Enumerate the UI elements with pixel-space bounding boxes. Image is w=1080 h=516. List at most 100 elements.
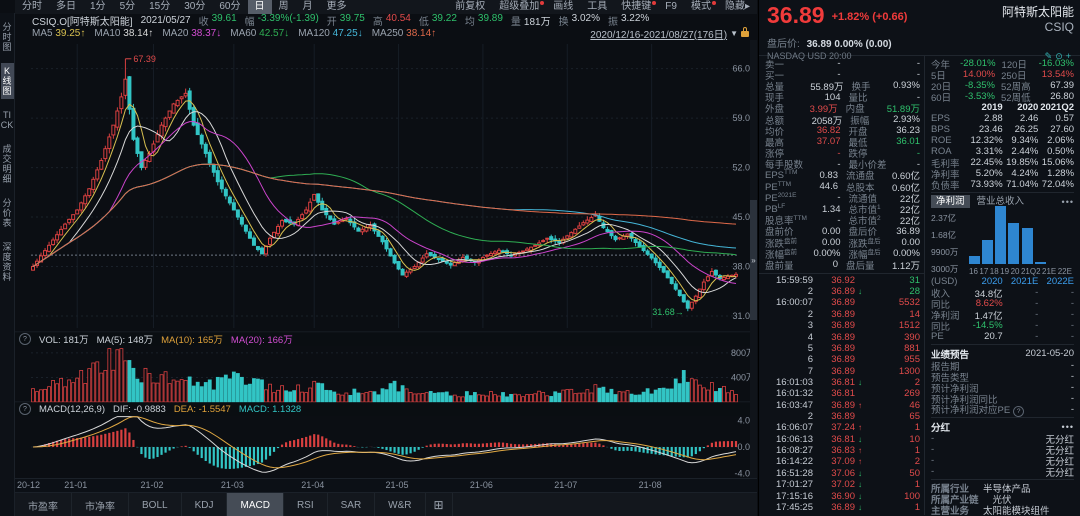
low-annotation: 31.68→ <box>652 307 684 317</box>
vol-ma10: MA(10): 165万 <box>161 332 223 346</box>
indicator-tab-RSI[interactable]: RSI <box>284 493 328 516</box>
field-label: 开 <box>327 13 337 28</box>
scrollbar-thumb[interactable]: » <box>750 200 757 320</box>
period-tab-1分[interactable]: 1分 <box>83 0 113 14</box>
tape-row[interactable]: 636.89955 <box>765 354 920 365</box>
tape-row[interactable]: 16:08:2736.83↑1 <box>765 445 920 456</box>
time-sales-list[interactable]: 15:59:5936.9231236.89↓2816:00:0736.89553… <box>759 273 924 515</box>
tape-row[interactable]: 336.891512 <box>765 320 920 331</box>
quote-row: 盘前量0盘后量1.12万 <box>765 259 920 270</box>
tape-row[interactable]: 16:01:0336.81↓2 <box>765 377 920 388</box>
period-tab-分时[interactable]: 分时 <box>15 0 49 14</box>
high-annotation: 67.39 <box>133 54 156 64</box>
period-tab-30分[interactable]: 30分 <box>177 0 212 14</box>
indicator-tab-SAR[interactable]: SAR <box>328 493 376 516</box>
dividend-date: - <box>931 466 934 477</box>
tape-volume: 14 <box>865 309 920 320</box>
menu-6[interactable]: 模式 <box>684 0 718 14</box>
performance-grid: 今年-28.01%120日-16.03%5日14.00%250日13.54%20… <box>931 58 1074 102</box>
menu-0[interactable]: 前复权 <box>448 0 492 14</box>
axis-month-21-08: 21-08 <box>639 480 662 490</box>
sidebar-item-5[interactable]: 深度资料 <box>1 239 14 285</box>
period-tab-月[interactable]: 月 <box>296 0 320 14</box>
period-tab-60分[interactable]: 60分 <box>212 0 247 14</box>
indicator-tab-KDJ[interactable]: KDJ <box>182 493 228 516</box>
tape-row[interactable]: 17:45:2536.89↓1 <box>765 502 920 513</box>
more-menu-icon[interactable]: ••• <box>1062 422 1074 432</box>
axis-month-20-12: 20-12 <box>17 480 40 490</box>
menu-3[interactable]: 工具 <box>580 0 614 14</box>
ma-label: MA10 <box>94 28 123 39</box>
tape-row[interactable]: 16:06:0737.24↑1 <box>765 422 920 433</box>
tape-row[interactable]: 16:06:1336.81↓10 <box>765 434 920 445</box>
earnings-bars <box>969 210 1072 264</box>
forecast-value: - <box>1071 360 1074 371</box>
est-value: - <box>1003 331 1039 342</box>
tape-price: 37.02 <box>813 479 855 490</box>
help-icon[interactable]: ? <box>1013 406 1024 417</box>
est-value: - <box>1038 309 1074 320</box>
tape-row[interactable]: 236.8914 <box>765 309 920 320</box>
sidebar-item-2[interactable]: TICK <box>1 107 14 133</box>
lock-icon[interactable] <box>741 31 749 37</box>
sidebar-item-3[interactable]: 成交明细 <box>1 141 14 187</box>
indicator-tab-市净率[interactable]: 市净率 <box>72 493 129 516</box>
indicator-tab-市盈率[interactable]: 市盈率 <box>15 493 72 516</box>
axis-month-21-04: 21-04 <box>301 480 324 490</box>
tape-price: 36.89 <box>813 343 855 354</box>
more-menu-icon[interactable]: ••• <box>1062 197 1074 207</box>
tape-row[interactable]: 536.89881 <box>765 343 920 354</box>
fin-cell: 0.50% <box>1038 146 1074 157</box>
menu-2[interactable]: 画线 <box>546 0 580 14</box>
fin-row: BPS23.4626.2527.60 <box>931 124 1074 135</box>
menu-7[interactable]: 隐藏▸ <box>718 0 757 14</box>
period-tab-5分[interactable]: 5分 <box>113 0 143 14</box>
help-icon[interactable]: ? <box>19 403 31 415</box>
menu-1[interactable]: 超级叠加 <box>492 0 546 14</box>
period-tab-更多[interactable]: 更多 <box>320 0 354 14</box>
tape-row[interactable]: 16:51:2837.06↓50 <box>765 468 920 479</box>
period-tab-日[interactable]: 日 <box>248 0 272 14</box>
sidebar-item-0[interactable]: 分时图 <box>1 19 14 55</box>
perf-row: 60日-3.53%52周低26.80 <box>931 91 1074 102</box>
perf-value: 26.80 <box>1043 91 1074 102</box>
quote-value: 37.07 <box>815 136 849 147</box>
period-tab-15分[interactable]: 15分 <box>142 0 177 14</box>
menu-4[interactable]: 快捷键 <box>614 0 658 14</box>
tape-row[interactable]: 436.89390 <box>765 331 920 342</box>
tape-volume: 50 <box>865 468 920 479</box>
earnings-tab-净利润[interactable]: 净利润 <box>931 195 970 208</box>
ohlc-fields: 收39.61幅-3.39%(-1.39)开39.75高40.54低39.22均3… <box>191 13 650 28</box>
field-value: 40.54 <box>386 13 411 28</box>
tape-row[interactable]: 16:14:2237.09↑2 <box>765 456 920 467</box>
sidebar-item-4[interactable]: 分价表 <box>1 195 14 231</box>
menu-5[interactable]: F9 <box>658 0 684 14</box>
period-tab-多日[interactable]: 多日 <box>49 0 83 14</box>
period-tab-周[interactable]: 周 <box>272 0 296 14</box>
tape-row[interactable]: 236.8965 <box>765 411 920 422</box>
field-label: 高 <box>373 13 383 28</box>
tape-row[interactable]: 17:01:2737.02↓1 <box>765 479 920 490</box>
tape-row[interactable]: 15:59:5936.9231 <box>765 275 920 286</box>
sidebar-item-1[interactable]: K线图 <box>1 63 14 99</box>
tape-row[interactable]: 736.891300 <box>765 365 920 376</box>
tape-volume: 28 <box>865 286 920 297</box>
dividend-date: - <box>931 455 934 466</box>
quote-value: - <box>815 192 849 203</box>
indicator-tab-MACD[interactable]: MACD <box>227 493 283 516</box>
date-range-selector[interactable]: 2020/12/16-2021/08/27(176日) <box>590 26 727 41</box>
tape-row[interactable]: 16:00:0736.895532 <box>765 297 920 308</box>
tape-row[interactable]: 16:03:4736.89↑46 <box>765 400 920 411</box>
indicator-tab-BOLL[interactable]: BOLL <box>129 493 182 516</box>
tape-row[interactable]: 16:01:3236.81269 <box>765 388 920 399</box>
add-indicator-button[interactable]: ⊞ <box>426 493 453 516</box>
indicator-tab-W&R[interactable]: W&R <box>375 493 425 516</box>
est-value: - <box>1038 320 1074 331</box>
chart-scrollbar[interactable]: » <box>750 40 757 478</box>
tape-arrow: ↑ <box>855 457 865 466</box>
est-value: - <box>1038 298 1074 309</box>
tape-row[interactable]: 17:15:1636.90↓100 <box>765 490 920 501</box>
chevron-down-icon[interactable]: ▼ <box>730 29 738 38</box>
tape-row[interactable]: 236.89↓28 <box>765 286 920 297</box>
help-icon[interactable]: ? <box>19 333 31 345</box>
